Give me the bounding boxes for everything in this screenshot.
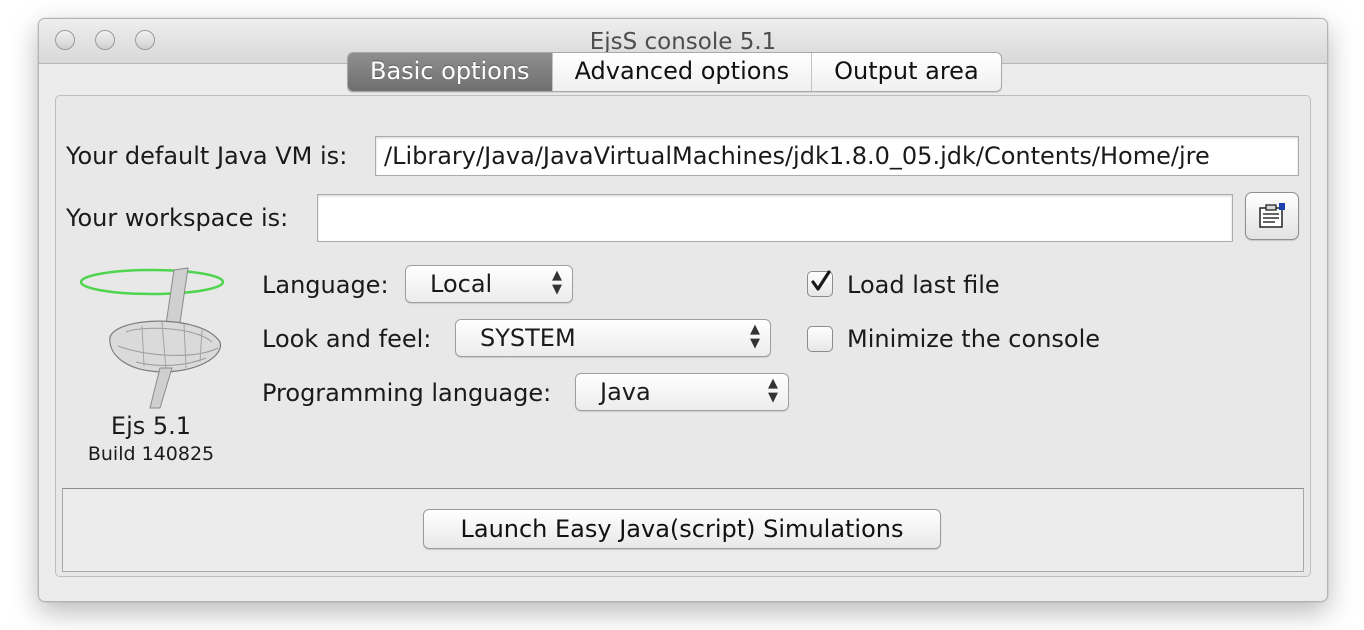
look-and-feel-select[interactable]: SYSTEM ▲ ▼: [455, 319, 771, 357]
workspace-field[interactable]: [317, 194, 1233, 242]
programming-language-select-value: Java: [600, 378, 651, 406]
java-vm-label: Your default Java VM is:: [66, 142, 348, 170]
language-label: Language:: [262, 271, 389, 299]
select-arrows-icon: ▲ ▼: [552, 268, 562, 297]
language-select-value: Local: [430, 270, 493, 298]
select-arrows-icon: ▲ ▼: [768, 376, 778, 405]
tab-basic-options[interactable]: Basic options: [348, 53, 552, 91]
language-select[interactable]: Local ▲ ▼: [405, 265, 573, 303]
java-vm-field[interactable]: /Library/Java/JavaVirtualMachines/jdk1.8…: [375, 136, 1299, 176]
load-last-file-checkbox[interactable]: [807, 270, 833, 297]
tab-advanced-options[interactable]: Advanced options: [551, 53, 812, 91]
programming-language-select[interactable]: Java ▲ ▼: [575, 373, 789, 411]
ejs-spinning-top-logo: [79, 267, 225, 409]
programming-language-label: Programming language:: [262, 379, 552, 407]
look-and-feel-label: Look and feel:: [262, 325, 432, 353]
launch-simulations-button[interactable]: Launch Easy Java(script) Simulations: [423, 509, 941, 549]
tab-bar: Basic options Advanced options Output ar…: [347, 52, 1002, 92]
workspace-label: Your workspace is:: [66, 204, 289, 232]
tab-output-area[interactable]: Output area: [811, 53, 1001, 91]
ejs-version-label: Ejs 5.1: [110, 412, 192, 440]
browse-workspace-button[interactable]: [1245, 192, 1299, 240]
build-number-label: Build 140825: [87, 443, 215, 465]
checkmark-icon: [811, 270, 831, 291]
load-last-file-label: Load last file: [847, 271, 1000, 299]
minimize-console-checkbox[interactable]: [807, 326, 833, 352]
select-arrows-icon: ▲ ▼: [750, 322, 760, 351]
folder-browse-icon: [1259, 203, 1285, 228]
minimize-console-label: Minimize the console: [847, 325, 1101, 353]
look-and-feel-select-value: SYSTEM: [480, 324, 576, 352]
